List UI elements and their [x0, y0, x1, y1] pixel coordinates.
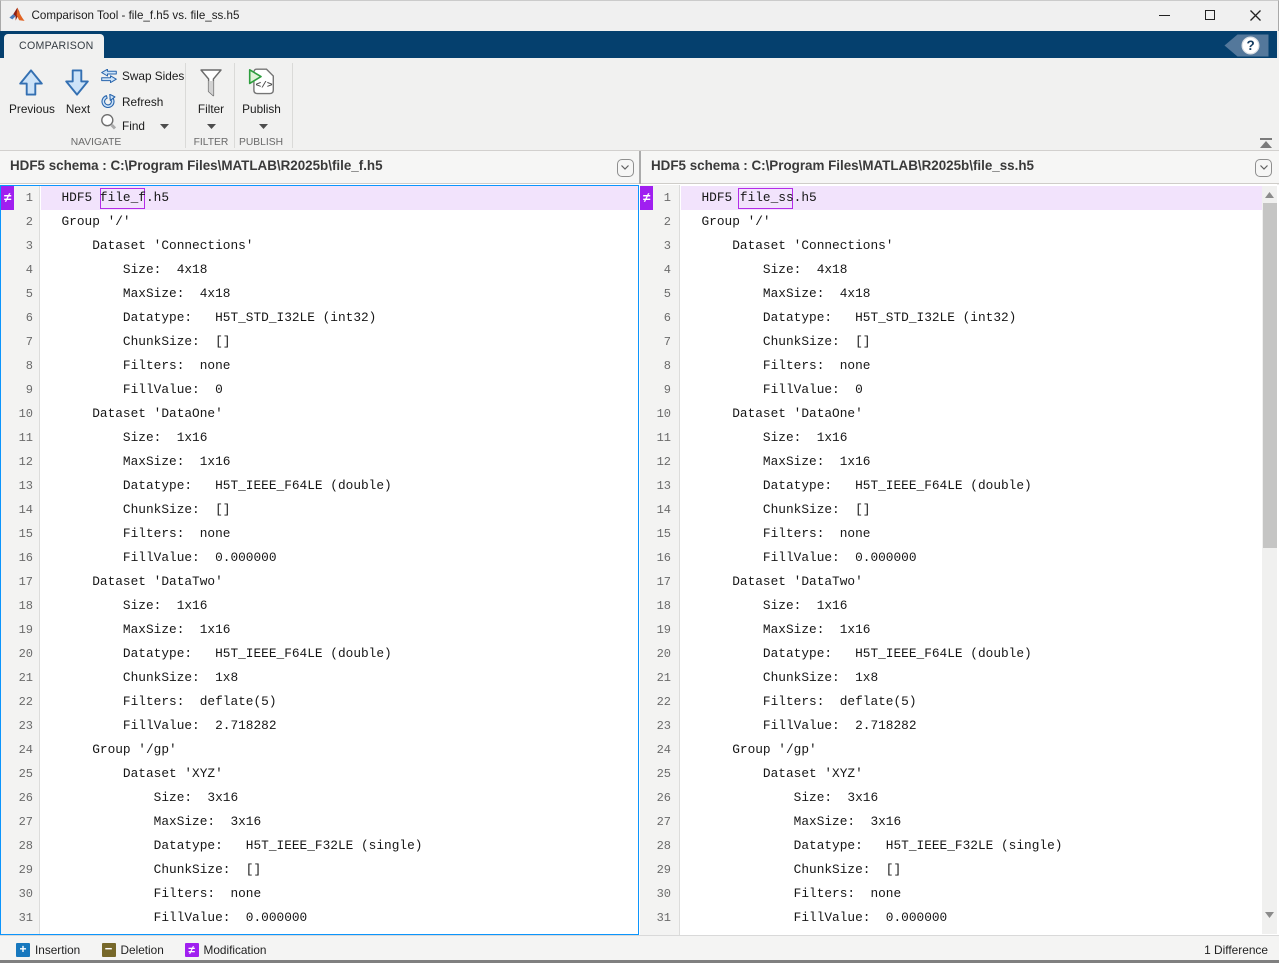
- svg-text:?: ?: [1246, 38, 1254, 53]
- svg-text:</>: </>: [255, 80, 272, 91]
